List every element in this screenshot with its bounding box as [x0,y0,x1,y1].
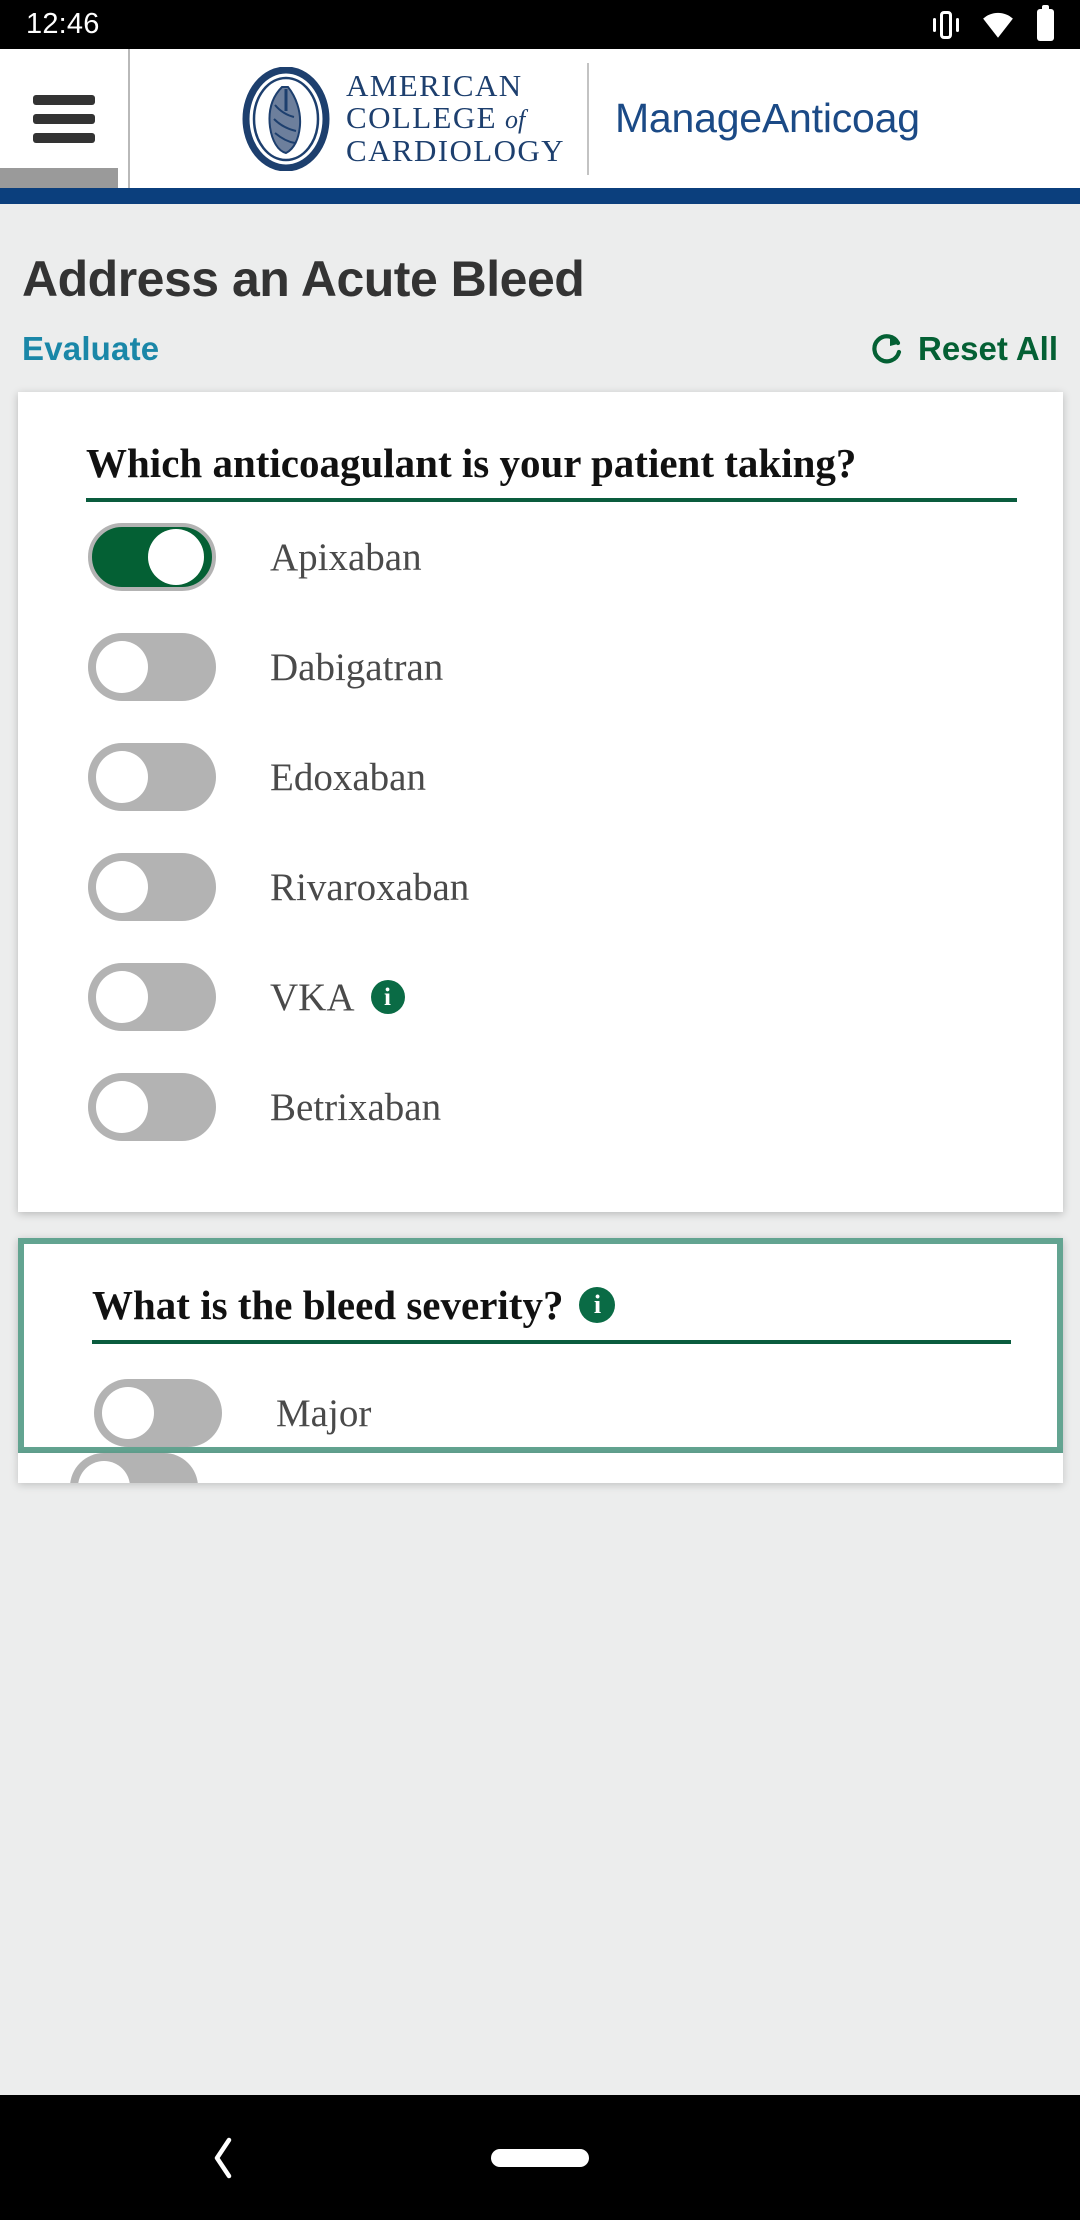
page-heading-area: Address an Acute Bleed Evaluate Reset Al… [0,204,1080,368]
reset-all-label: Reset All [918,330,1058,367]
option-label: VKA i [270,975,405,1020]
hamburger-menu-icon [33,86,95,152]
home-pill-icon[interactable] [491,2148,589,2167]
wifi-icon [983,12,1013,38]
toggle-knob [96,1081,148,1134]
partially-visible-option-row[interactable] [18,1453,1063,1483]
option-label: Rivaroxaban [270,865,470,909]
acc-logo: AMERICAN COLLEGE of CARDIOLOGY [242,66,565,171]
option-row-vka[interactable]: VKA i [88,942,1063,1052]
option-row-betrixaban[interactable]: Betrixaban [88,1052,1063,1162]
toggle-knob [96,971,148,1024]
toggle-next-severity[interactable] [70,1453,198,1483]
header-divider [586,62,589,175]
acc-line-3: CARDIOLOGY [346,132,565,168]
toggle-knob [148,529,204,586]
option-label: Apixaban [270,535,422,579]
toggle-apixaban[interactable] [88,523,216,592]
option-row-major[interactable]: Major [94,1358,1057,1468]
menu-tab-indicator [0,168,118,188]
option-label: Edoxaban [270,755,426,799]
option-row-dabigatran[interactable]: Dabigatran [88,612,1063,722]
question-card-bleed-severity: What is the bleed severity? i Major [18,1238,1063,1453]
page-title: Address an Acute Bleed [22,251,585,307]
acc-heart-seal-icon [242,66,330,171]
question-title: Which anticoagulant is your patient taki… [86,392,1017,503]
toggle-knob [96,751,148,804]
brand-block: AMERICAN COLLEGE of CARDIOLOGY ManageAnt… [130,62,1080,175]
acc-wordmark: AMERICAN COLLEGE of CARDIOLOGY [346,68,565,168]
toggle-knob [78,1461,130,1483]
back-chevron-icon[interactable] [205,2134,239,2182]
question-title: What is the bleed severity? i [92,1244,1011,1345]
refresh-icon [872,334,902,364]
option-row-edoxaban[interactable]: Edoxaban [88,722,1063,832]
toggle-dabigatran[interactable] [88,633,216,702]
toggle-betrixaban[interactable] [88,1073,216,1142]
toggle-major[interactable] [94,1379,222,1448]
app-title: ManageAnticoag [614,95,920,141]
info-icon[interactable]: i [579,1287,616,1323]
page-actions: Evaluate Reset All [22,330,1058,368]
battery-icon [1037,4,1054,41]
acc-line-2: COLLEGE of [346,100,526,136]
toggle-vka[interactable] [88,963,216,1032]
status-time: 12:46 [26,8,100,40]
toggle-knob [102,1387,154,1440]
option-label: Major [276,1391,372,1435]
option-label: Betrixaban [270,1085,442,1129]
toggle-knob [96,641,148,694]
acc-line-1: AMERICAN [346,68,523,104]
app-header: AMERICAN COLLEGE of CARDIOLOGY ManageAnt… [0,49,1080,188]
option-label: Dabigatran [270,645,444,689]
toggle-knob [96,861,148,914]
toggle-edoxaban[interactable] [88,743,216,812]
question-card-anticoagulant: Which anticoagulant is your patient taki… [18,392,1063,1212]
reset-all-button[interactable]: Reset All [870,330,1058,368]
evaluate-link[interactable]: Evaluate [22,330,159,368]
option-row-apixaban[interactable]: Apixaban [88,502,1063,612]
app-screen: 12:46 AMERICAN COLLEGE of CARDIOLOGY Man… [0,0,1080,2220]
android-nav-bar [0,2095,1080,2220]
status-icons [933,4,1054,41]
toggle-rivaroxaban[interactable] [88,853,216,922]
option-row-rivaroxaban[interactable]: Rivaroxaban [88,832,1063,942]
info-icon[interactable]: i [370,980,405,1015]
header-accent-bar [0,188,1080,204]
status-bar: 12:46 [0,0,1080,49]
vibrate-icon [933,9,959,41]
